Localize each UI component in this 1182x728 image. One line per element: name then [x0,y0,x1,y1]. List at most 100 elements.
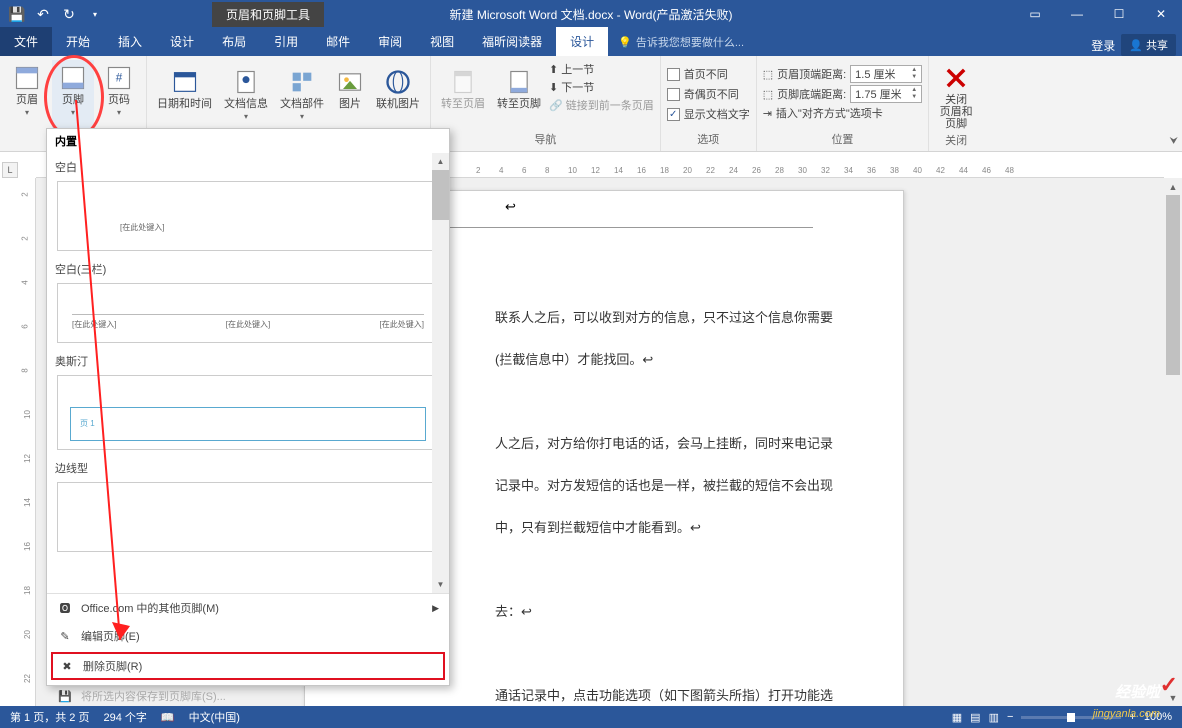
close-button[interactable]: ✕ [1140,0,1182,28]
align-tab-button[interactable]: ⇥插入"对齐方式"选项卡 [763,104,922,122]
word-count[interactable]: 294 个字 [103,709,146,725]
calendar-icon [171,68,199,96]
redo-icon[interactable]: ↻ [58,3,80,25]
tab-foxit[interactable]: 福昕阅读器 [468,27,556,56]
footer-gallery-dropdown: 内置 空白 [在此处键入] 空白(三栏) [在此处键入][在此处键入][在此处键… [46,128,450,686]
page-number-icon: # [105,64,133,92]
vertical-scrollbar[interactable]: ▲ ▼ [1164,178,1182,706]
tab-references[interactable]: 引用 [260,27,312,56]
tab-mailings[interactable]: 邮件 [312,27,364,56]
docinfo-button[interactable]: 文档信息▾ [220,60,272,129]
tab-home[interactable]: 开始 [52,27,104,56]
gallery-item-label: 奥斯汀 [47,347,449,371]
next-section-button[interactable]: ⬇下一节 [549,78,654,96]
undo-icon[interactable]: ↶ [32,3,54,25]
body-line: (拦截信息中）才能找回。↩ [495,345,833,375]
scroll-up-button[interactable]: ▲ [1164,178,1182,195]
close-hf-button[interactable]: 关闭页眉和页脚 [935,60,977,130]
diff-first-checkbox[interactable]: 首页不同 [667,64,750,84]
maximize-button[interactable]: ☐ [1098,0,1140,28]
save-icon[interactable]: 💾 [6,3,28,25]
share-button[interactable]: 👤 共享 [1121,34,1176,56]
body-line: 人之后，对方给你打电话的话，会马上挂断，同时来电记录 [495,429,833,459]
gallery-item-blank[interactable]: [在此处键入] [57,181,439,251]
svg-text:#: # [116,72,123,85]
gallery-item-blank3[interactable]: [在此处键入][在此处键入][在此处键入] [57,283,439,343]
page-number-button[interactable]: # 页码▾ [98,60,140,129]
cursor: ↩ [505,199,516,215]
gallery-item-label: 边线型 [47,454,449,478]
group-label-4: 选项 [667,129,750,149]
title-bar: 💾 ↶ ↻ ▾ 新建 Microsoft Word 文档.docx - Word… [0,0,1182,28]
remove-footer-item[interactable]: ✖ 删除页脚(R) [53,654,443,678]
tab-review[interactable]: 审阅 [364,27,416,56]
login-link[interactable]: 登录 [1091,37,1115,54]
show-doc-checkbox[interactable]: ✓显示文档文字 [667,104,750,124]
goto-footer-button[interactable]: 转至页脚 [493,60,545,129]
online-picture-button[interactable]: 联机图片 [372,60,424,129]
docinfo-icon [232,68,260,96]
footer-distance-input[interactable]: 1.75 厘米▲▼ [850,85,922,103]
header-button[interactable]: 页眉▾ [6,60,48,129]
docparts-icon [288,68,316,96]
scroll-up-icon[interactable]: ▲ [432,153,449,170]
minimize-button[interactable]: — [1056,0,1098,28]
view-print-icon[interactable]: ▦ [952,711,962,724]
checkbox-checked-icon: ✓ [667,108,680,121]
docparts-button[interactable]: 文档部件▾ [276,60,328,129]
footer-separator [395,227,813,228]
picture-button[interactable]: 图片 [332,60,368,129]
align-tab-icon: ⇥ [763,107,772,120]
zoom-out-button[interactable]: − [1007,711,1013,723]
watermark-check-icon: ✓ [1160,672,1178,698]
header-distance-input[interactable]: 1.5 厘米▲▼ [850,65,922,83]
edit-footer-item[interactable]: ✎ 编辑页脚(E) [47,622,449,650]
office-icon: 🅾 [57,600,73,616]
view-read-icon[interactable]: ▤ [970,711,980,724]
tab-hf-design[interactable]: 设计 [556,27,608,56]
view-web-icon[interactable]: ▥ [989,711,999,724]
gallery-item-edge[interactable] [57,482,439,552]
scroll-down-icon[interactable]: ▼ [432,576,449,593]
page-status[interactable]: 第 1 页，共 2 页 [10,709,89,725]
edit-icon: ✎ [57,628,73,644]
footer-icon [59,64,87,92]
link-icon: 🔗 [549,99,563,112]
gallery-scrollbar[interactable]: ▲ ▼ [432,153,449,593]
ribbon-collapse-icon[interactable]: ⮟ [1170,136,1179,147]
prev-section-button[interactable]: ⬆上一节 [549,60,654,78]
down-icon: ⬇ [549,81,558,94]
qat-more-icon[interactable]: ▾ [84,3,106,25]
goto-footer-icon [505,68,533,96]
scroll-thumb[interactable] [1166,195,1180,375]
tab-file[interactable]: 文件 [0,27,52,56]
body-line: 去：↩ [495,597,833,627]
gallery-item-label: 空白(三栏) [47,255,449,279]
checkbox-icon [667,88,680,101]
picture-icon [336,68,364,96]
spell-check-icon[interactable]: 📖 [161,711,175,724]
scroll-thumb[interactable] [432,170,449,220]
language-status[interactable]: 中文(中国) [189,709,240,725]
header-icon [13,64,41,92]
contextual-tab-title: 页眉和页脚工具 [212,2,324,27]
body-line: 记录中。对方发短信的话也是一样，被拦截的短信不会出现 [495,471,833,501]
vertical-ruler[interactable]: 2246810121416182022 [20,178,36,706]
goto-header-button[interactable]: 转至页眉 [437,60,489,129]
tab-selector[interactable]: L [2,162,18,178]
more-footers-item[interactable]: 🅾 Office.com 中的其他页脚(M) ▶ [47,594,449,622]
watermark-url: jingyanla.com [1093,708,1160,720]
tab-view[interactable]: 视图 [416,27,468,56]
datetime-button[interactable]: 日期和时间 [153,60,216,129]
body-line: 联系人之后，可以收到对方的信息，只不过这个信息你需要 [495,303,833,333]
tab-layout[interactable]: 布局 [208,27,260,56]
gallery-item-austin[interactable]: 页 1 [57,375,439,450]
ribbon-tabs: 文件 开始 插入 设计 布局 引用 邮件 审阅 视图 福昕阅读器 设计 💡告诉我… [0,28,1182,56]
link-previous-button[interactable]: 🔗链接到前一条页眉 [549,96,654,114]
tell-me-search[interactable]: 💡告诉我您想要做什么... [608,28,754,56]
tab-insert[interactable]: 插入 [104,27,156,56]
ribbon-options-icon[interactable]: ▭ [1014,0,1056,28]
diff-odd-checkbox[interactable]: 奇偶页不同 [667,84,750,104]
tab-design-main[interactable]: 设计 [156,27,208,56]
footer-button[interactable]: 页脚▾ [52,60,94,129]
